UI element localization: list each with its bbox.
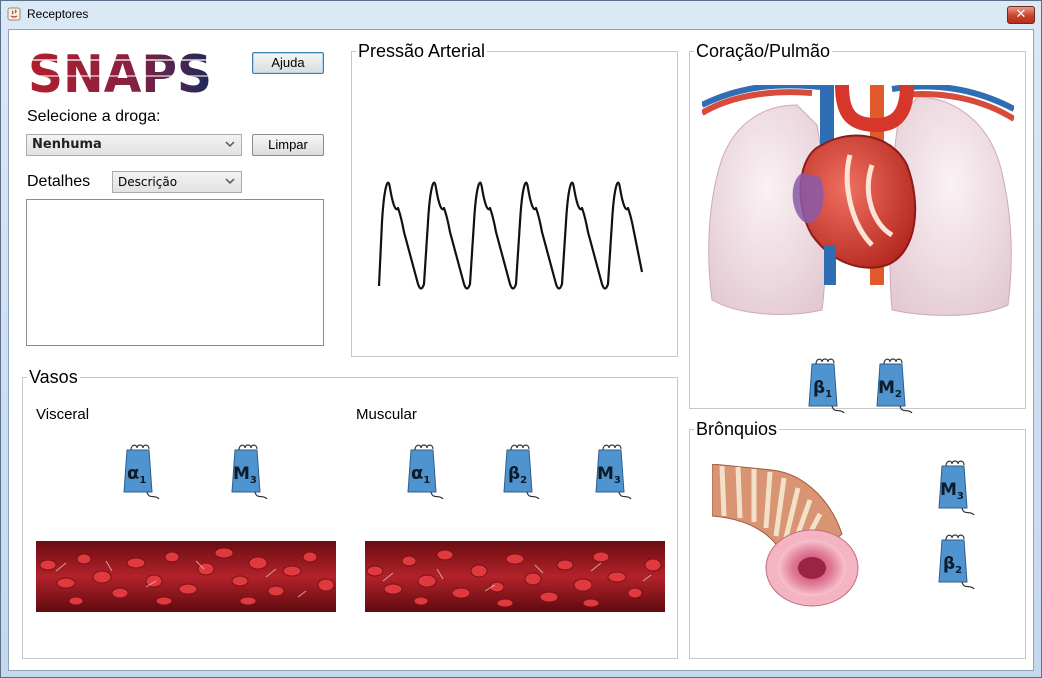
bronchi-panel: Brônquios M3 β2 — [689, 419, 1026, 659]
bronchus-illustration — [712, 464, 859, 607]
drug-select-label: Selecione a droga: — [27, 108, 161, 125]
heart-lungs-illustration — [702, 85, 1014, 316]
clear-button[interactable]: Limpar — [252, 134, 324, 156]
alpha1-receptor-icon: α1 — [403, 444, 445, 500]
close-icon: ✕ — [1015, 7, 1027, 22]
heart-lung-title: Coração/Pulmão — [694, 41, 833, 61]
blood-pressure-title: Pressão Arterial — [356, 41, 488, 61]
beta2-receptor-icon: β2 — [499, 444, 541, 500]
alpha1-receptor-icon: α1 — [119, 444, 161, 500]
m3-receptor-icon: M3 — [227, 444, 269, 500]
vessels-panel: Vasos Visceral Muscular α1 M3 α1 β2 M3 — [22, 367, 678, 659]
chevron-down-icon — [225, 141, 235, 148]
details-select-value: Descrição — [118, 175, 178, 189]
muscular-blood-vessel-illustration — [365, 541, 665, 612]
app-window: Receptores ✕ SNAPS Ajuda Selecione a dro… — [0, 0, 1042, 678]
details-label: Detalhes — [27, 173, 91, 190]
java-app-icon — [7, 7, 21, 21]
m3-receptor-icon: M3 — [591, 444, 633, 500]
chevron-down-icon — [225, 178, 235, 185]
snaps-logo: SNAPS — [28, 45, 212, 100]
beta2-receptor-icon: β2 — [934, 534, 976, 590]
vessels-title: Vasos — [27, 367, 80, 387]
drug-select[interactable]: Nenhuma — [26, 134, 242, 156]
bronchi-title: Brônquios — [694, 419, 780, 439]
drug-select-value: Nenhuma — [32, 137, 102, 152]
window-content: SNAPS Ajuda Selecione a droga: Nenhuma L… — [8, 29, 1034, 671]
close-button[interactable]: ✕ — [1007, 6, 1035, 24]
logo-text: SNAPS — [28, 45, 212, 100]
window-title: Receptores — [27, 7, 89, 21]
m3-receptor-icon: M3 — [934, 460, 976, 516]
blood-pressure-panel: Pressão Arterial — [351, 41, 678, 357]
beta1-receptor-icon: β1 — [804, 358, 846, 414]
heart-lung-panel: Coração/Pulmão β1 M2 — [689, 41, 1026, 414]
visceral-blood-vessel-illustration — [36, 541, 336, 612]
title-bar: Receptores ✕ — [1, 1, 1041, 28]
m2-receptor-icon: M2 — [872, 358, 914, 414]
muscular-label: Muscular — [356, 406, 417, 423]
help-button[interactable]: Ajuda — [252, 52, 324, 74]
details-select[interactable]: Descrição — [112, 171, 242, 193]
blood-pressure-waveform — [377, 181, 644, 290]
details-text-area[interactable] — [26, 199, 324, 346]
visceral-label: Visceral — [36, 406, 90, 423]
